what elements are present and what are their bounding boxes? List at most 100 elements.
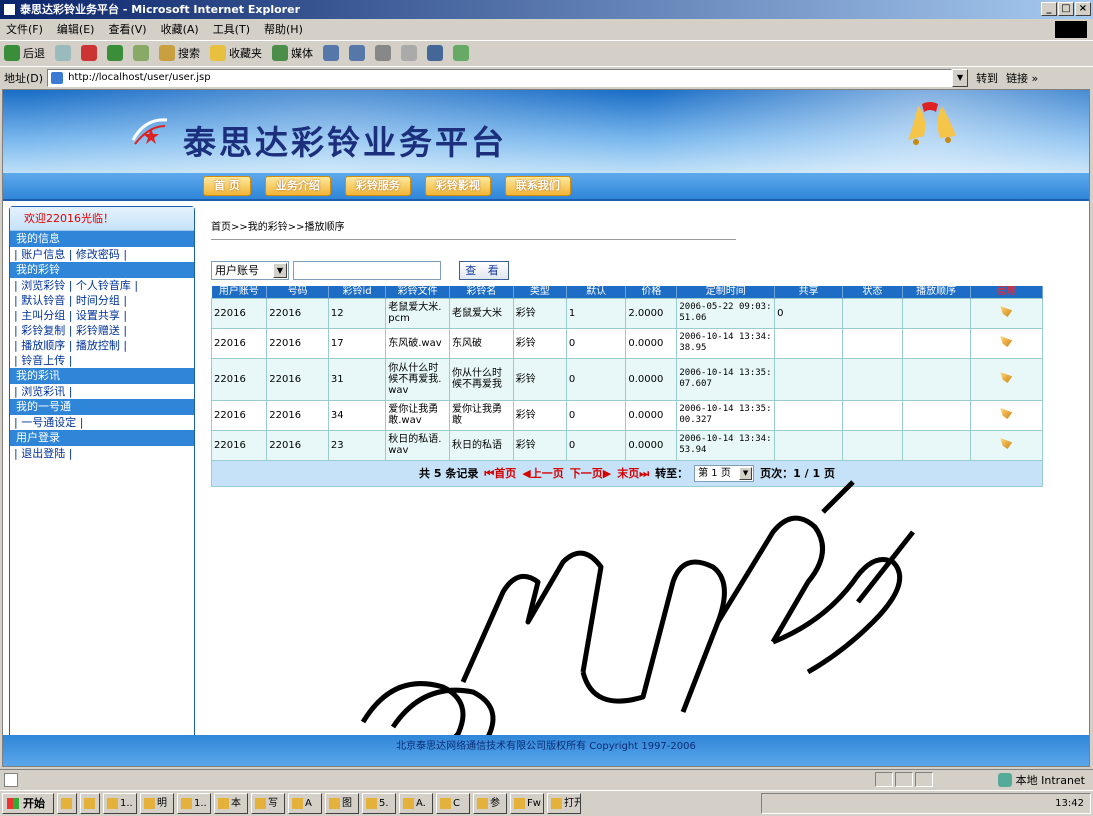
stop-icon <box>81 44 97 61</box>
sidebar-item-default[interactable]: | 默认铃音 | 时间分组 | <box>10 293 194 308</box>
messenger-button[interactable] <box>453 44 469 61</box>
taskbar-item[interactable]: 打开 <box>547 793 581 814</box>
back-button[interactable]: 后退 <box>4 44 45 61</box>
cell-play-order <box>901 297 971 329</box>
col-type: 类型 <box>513 286 567 298</box>
links-button[interactable]: 链接 » <box>1006 70 1038 86</box>
menu-favorites[interactable]: 收藏(A) <box>161 21 199 37</box>
sidebar-item-upload[interactable]: | 铃音上传 | <box>10 353 194 368</box>
mail-icon <box>349 44 365 61</box>
start-button[interactable]: 开始 <box>2 793 54 814</box>
mail-button[interactable] <box>349 44 365 61</box>
nav-ringtone-service[interactable]: 彩铃服务 <box>344 176 411 196</box>
address-input[interactable]: http://localhost/user/user.jsp <box>47 68 953 87</box>
print-button[interactable] <box>375 44 391 61</box>
sidebar-item-browse-messages[interactable]: | 浏览彩讯 | <box>10 384 194 399</box>
manage-action-icon[interactable] <box>1000 438 1013 449</box>
cell-play-order <box>901 327 971 359</box>
ringtone-table: 用户账号 号码 彩铃id 彩铃文件 彩铃名 类型 默认 价格 定制时间 共享 状… <box>210 286 1044 461</box>
quicklaunch-ie-icon[interactable] <box>57 793 77 814</box>
taskbar: 开始 1.. 明 1.. 本 写 A 图 5. A. C 参 Fw 打开 13:… <box>0 790 1093 816</box>
refresh-button[interactable] <box>107 44 123 61</box>
search-field-select[interactable]: 用户账号 ▼ <box>211 260 289 280</box>
quicklaunch-desktop-icon[interactable] <box>80 793 100 814</box>
media-icon <box>272 44 288 61</box>
cell-name: 爱你让我勇敢 <box>449 399 514 431</box>
taskbar-item[interactable]: 参 <box>473 793 507 814</box>
taskbar-item[interactable]: Fw <box>510 793 544 814</box>
media-button[interactable]: 媒体 <box>272 44 313 61</box>
cell-user: 22016 <box>210 357 268 401</box>
toolbar: 后退 搜索 收藏夹 媒体 <box>0 40 1093 64</box>
taskbar-item[interactable]: A. <box>399 793 433 814</box>
address-dropdown-button[interactable]: ▼ <box>952 68 969 87</box>
nav-ringtone-video[interactable]: 彩铃影视 <box>424 176 491 196</box>
taskbar-item[interactable]: 明 <box>140 793 174 814</box>
cell-number: 22016 <box>266 399 329 431</box>
home-button[interactable] <box>133 44 149 61</box>
cell-share <box>774 399 844 431</box>
menu-edit[interactable]: 编辑(E) <box>57 21 95 37</box>
cell-time: 2006-10-14 13:35:07.607 <box>676 357 776 401</box>
nav-home[interactable]: 首 页 <box>203 176 251 196</box>
sidebar-item-caller-group[interactable]: | 主叫分组 | 设置共享 | <box>10 308 194 323</box>
taskbar-item[interactable]: 本 <box>214 793 248 814</box>
manage-action-icon[interactable] <box>1000 336 1013 347</box>
cell-play-order <box>901 357 971 401</box>
stop-button[interactable] <box>81 44 97 61</box>
maximize-button[interactable]: □ <box>1058 2 1074 16</box>
cell-name: 秋日的私语 <box>449 429 514 461</box>
close-button[interactable]: × <box>1075 2 1091 16</box>
edit-button[interactable] <box>401 44 417 61</box>
cell-file: 爱你让我勇敢.wav <box>385 399 450 431</box>
sidebar-item-account[interactable]: | 账户信息 | 修改密码 | <box>10 247 194 262</box>
search-button[interactable]: 搜索 <box>159 44 200 61</box>
history-button[interactable] <box>323 44 339 61</box>
search-submit-button[interactable]: 查 看 <box>459 260 509 280</box>
cell-play-order <box>901 429 971 461</box>
cell-play-order <box>901 399 971 431</box>
taskbar-item[interactable]: 图 <box>325 793 359 814</box>
sidebar-item-copy[interactable]: | 彩铃复制 | 彩铃赠送 | <box>10 323 194 338</box>
sidebar-item-browse[interactable]: | 浏览彩铃 | 个人铃音库 | <box>10 278 194 293</box>
taskbar-item[interactable]: C <box>436 793 470 814</box>
menu-view[interactable]: 查看(V) <box>108 21 146 37</box>
taskbar-item[interactable]: 1.. <box>103 793 137 814</box>
cell-type: 彩铃 <box>512 327 567 359</box>
discuss-button[interactable] <box>427 44 443 61</box>
taskbar-item[interactable]: A <box>288 793 322 814</box>
chevron-down-icon: ▼ <box>273 262 287 278</box>
cell-time: 2006-05-22 09:03:51.06 <box>676 297 776 329</box>
minimize-button[interactable]: _ <box>1041 2 1057 16</box>
menu-file[interactable]: 文件(F) <box>6 21 43 37</box>
nav-business[interactable]: 业务介绍 <box>264 176 331 196</box>
col-play-order: 播放顺序 <box>902 286 971 298</box>
clock[interactable]: 13:42 <box>1055 798 1084 809</box>
manage-action-icon[interactable] <box>1000 306 1013 317</box>
sidebar-item-one-number-settings[interactable]: | 一号通设定 | <box>10 415 194 430</box>
taskbar-item[interactable]: 5. <box>362 793 396 814</box>
sidebar-item-play-order[interactable]: | 播放顺序 | 播放控制 | <box>10 338 194 353</box>
title-bar[interactable]: 泰思达彩铃业务平台 - Microsoft Internet Explorer … <box>0 0 1093 19</box>
cell-id: 12 <box>327 297 387 329</box>
sidebar-item-logout[interactable]: | 退出登陆 | <box>10 446 194 461</box>
menu-tools[interactable]: 工具(T) <box>213 21 250 37</box>
cell-default: 0 <box>565 357 627 401</box>
manage-action-icon[interactable] <box>1000 408 1013 419</box>
search-input[interactable] <box>293 260 441 280</box>
forward-button[interactable] <box>55 44 71 61</box>
favorites-button[interactable]: 收藏夹 <box>210 44 262 61</box>
manage-action-icon[interactable] <box>1000 372 1013 383</box>
cell-file: 你从什么时候不再爱我.wav <box>385 357 450 401</box>
sidebar-head-my-info: 我的信息 <box>10 231 194 247</box>
taskbar-item[interactable]: 1.. <box>177 793 211 814</box>
go-button[interactable]: 转到 <box>976 70 998 86</box>
col-number: 号码 <box>266 286 329 298</box>
cell-time: 2006-10-14 13:34:53.94 <box>676 429 776 461</box>
cell-status <box>842 327 903 359</box>
nav-contact[interactable]: 联系我们 <box>504 176 571 196</box>
taskbar-item[interactable]: 写 <box>251 793 285 814</box>
menu-help[interactable]: 帮助(H) <box>264 21 303 37</box>
cell-manage <box>969 357 1044 401</box>
print-icon <box>375 44 391 61</box>
